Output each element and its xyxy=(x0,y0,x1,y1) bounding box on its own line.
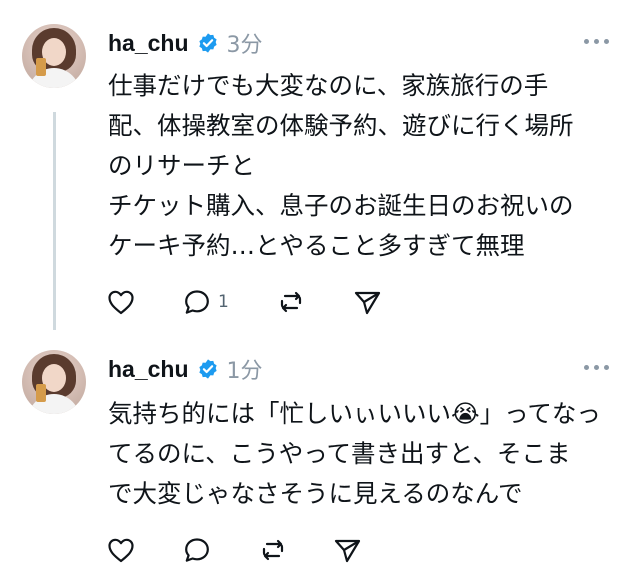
post-header: ha_chu 3分 xyxy=(108,27,263,59)
thread-line xyxy=(53,112,56,330)
reply-button[interactable] xyxy=(182,532,218,568)
send-icon xyxy=(334,539,361,563)
repost-icon xyxy=(262,539,284,561)
verified-badge-icon xyxy=(198,33,217,53)
reply-count: 1 xyxy=(218,292,229,312)
username[interactable]: ha_chu xyxy=(108,356,189,383)
avatar[interactable] xyxy=(22,350,86,414)
repost-button[interactable] xyxy=(258,532,288,568)
send-icon xyxy=(354,291,381,315)
post-text: 仕事だけでも大変なのに、家族旅行の手 配、体操教室の体験予約、遊びに行く場所 の… xyxy=(108,71,574,260)
comment-icon xyxy=(185,290,209,314)
avatar[interactable] xyxy=(22,24,86,88)
repost-icon xyxy=(280,291,302,313)
username[interactable]: ha_chu xyxy=(108,30,189,57)
repost-button[interactable] xyxy=(276,284,306,320)
like-button[interactable] xyxy=(106,284,136,320)
comment-icon xyxy=(185,538,209,562)
share-button[interactable] xyxy=(352,284,382,320)
more-options-icon[interactable] xyxy=(584,38,610,46)
timestamp[interactable]: 1分 xyxy=(227,353,263,385)
heart-icon xyxy=(108,538,134,563)
verified-badge-icon xyxy=(198,359,217,379)
more-options-icon[interactable] xyxy=(584,364,610,372)
post-text: 気持ち的には「忙しいぃいいい😭」ってなっ てるのに、こうやって書き出すと、そこま… xyxy=(108,399,601,508)
reply-button[interactable]: 1 xyxy=(182,284,229,320)
share-button[interactable] xyxy=(332,532,362,568)
timestamp[interactable]: 3分 xyxy=(227,27,263,59)
like-button[interactable] xyxy=(106,532,136,568)
post-header: ha_chu 1分 xyxy=(108,353,263,385)
heart-icon xyxy=(108,290,134,315)
